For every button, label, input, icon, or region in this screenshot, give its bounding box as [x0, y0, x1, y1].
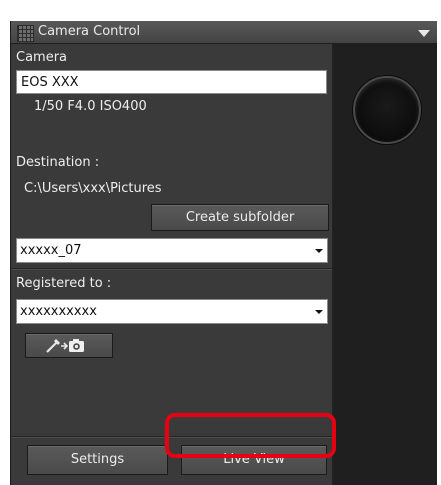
subfolder-select[interactable]: xxxxx_07 — [16, 238, 328, 263]
chevron-down-icon — [315, 310, 323, 314]
settings-button[interactable]: Settings — [27, 445, 168, 475]
panel-title: Camera Control — [38, 24, 141, 39]
create-subfolder-button[interactable]: Create subfolder — [151, 204, 329, 231]
camera-model-field: EOS XXX — [16, 70, 327, 94]
destination-label: Destination : — [16, 155, 100, 170]
registered-to-value: xxxxxxxxxx — [20, 304, 97, 319]
destination-path: C:\Users\xxx\Pictures — [24, 181, 162, 196]
eyedropper-camera-icon — [46, 338, 84, 353]
register-picture-style-button[interactable] — [25, 333, 113, 358]
live-view-highlight-callout — [165, 413, 336, 458]
registered-to-label: Registered to : — [16, 276, 112, 291]
shutter-button[interactable] — [353, 76, 421, 144]
chevron-down-icon — [315, 249, 323, 253]
panel-titlebar[interactable]: Camera Control — [11, 21, 437, 44]
grip-icon[interactable] — [17, 25, 34, 42]
camera-section-label: Camera — [16, 50, 68, 65]
shooting-column — [333, 44, 437, 485]
registered-to-select[interactable]: xxxxxxxxxx — [16, 299, 328, 324]
collapse-arrow-icon[interactable] — [418, 30, 430, 37]
exposure-readout: 1/50 F4.0 ISO400 — [34, 99, 147, 114]
subfolder-select-value: xxxxx_07 — [20, 243, 82, 258]
section-divider — [11, 268, 332, 270]
